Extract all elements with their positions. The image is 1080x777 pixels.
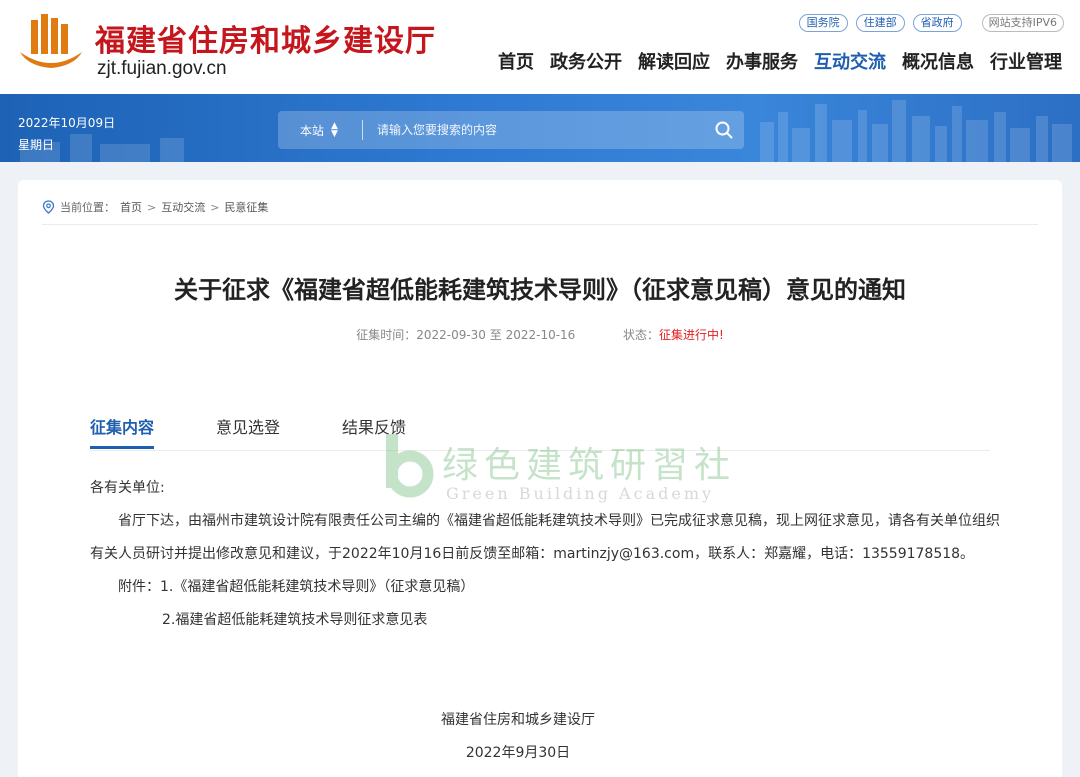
current-date: 2022年10月09日	[18, 116, 116, 130]
nav-interpretation[interactable]: 解读回应	[638, 48, 710, 74]
ipv6-badge: 网站支持IPV6	[981, 14, 1064, 32]
breadcrumb-prefix: 当前位置：	[60, 201, 115, 214]
article-body: 各有关单位: 省厅下达，由福州市建筑设计院有限责任公司主编的《福建省超低能耗建筑…	[90, 472, 1002, 637]
top-links: 国务院 住建部 省政府 网站支持IPV6	[798, 14, 1064, 32]
site-domain: zjt.fujian.gov.cn	[97, 58, 227, 79]
nav-overview[interactable]: 概况信息	[902, 48, 974, 74]
search-bar: 本站 ▲ ▼	[278, 111, 744, 149]
site-header: 福建省住房和城乡建设厅 zjt.fujian.gov.cn 国务院 住建部 省政…	[0, 0, 1080, 94]
link-guowuyuan[interactable]: 国务院	[798, 14, 848, 32]
period-value: 2022-09-30 至 2022-10-16	[416, 328, 576, 342]
nav-services[interactable]: 办事服务	[726, 48, 798, 74]
signature-date: 2022年9月30日	[465, 745, 571, 761]
logo-icon[interactable]	[16, 12, 86, 76]
breadcrumb: 当前位置： 首页 > 互动交流 > 民意征集	[42, 199, 268, 215]
signature-block: 福建省住房和城乡建设厅 2022年9月30日	[18, 704, 1018, 770]
link-zhujianbu[interactable]: 住建部	[855, 14, 905, 32]
article-title: 关于征求《福建省超低能耗建筑技术导则》（征求意见稿）意见的通知	[174, 276, 906, 304]
period-label: 征集时间：	[356, 328, 417, 342]
status-label: 状态：	[622, 328, 659, 342]
nav-interaction[interactable]: 互动交流	[814, 48, 886, 74]
tab-selected-opinions[interactable]: 意见选登	[216, 414, 280, 449]
attachment-2[interactable]: 2.福建省超低能耗建筑技术导则征求意见表	[90, 604, 1002, 637]
sort-arrows-icon: ▲ ▼	[331, 121, 338, 139]
breadcrumb-divider	[42, 224, 1038, 225]
article-meta: 征集时间：2022-09-30 至 2022-10-16 状态：征集进行中!	[18, 326, 1062, 343]
search-banner: 2022年10月09日 星期日 本站 ▲ ▼	[0, 94, 1080, 162]
status-value: 征集进行中!	[658, 328, 724, 342]
link-shengzhengfu[interactable]: 省政府	[912, 14, 962, 32]
breadcrumb-separator: >	[147, 200, 157, 214]
main-nav: 首页 政务公开 解读回应 办事服务 互动交流 概况信息 行业管理	[498, 48, 1062, 74]
breadcrumb-home[interactable]: 首页	[120, 199, 142, 215]
attachment-1[interactable]: 附件：1.《福建省超低能耗建筑技术导则》（征求意见稿）	[90, 571, 1002, 604]
search-scope-select[interactable]: 本站 ▲ ▼	[278, 122, 362, 139]
site-title[interactable]: 福建省住房和城乡建设厅	[95, 16, 436, 60]
main-paragraph: 省厅下达，由福州市建筑设计院有限责任公司主编的《福建省超低能耗建筑技术导则》已完…	[90, 513, 1000, 562]
nav-industry[interactable]: 行业管理	[990, 48, 1062, 74]
breadcrumb-opinion-collection[interactable]: 民意征集	[224, 199, 268, 215]
nav-home[interactable]: 首页	[498, 48, 534, 74]
breadcrumb-interaction[interactable]: 互动交流	[161, 199, 205, 215]
greeting: 各有关单位:	[90, 480, 165, 496]
date-display: 2022年10月09日 星期日	[18, 112, 115, 156]
search-button[interactable]	[704, 111, 744, 149]
breadcrumb-separator: >	[210, 200, 220, 214]
search-scope-label: 本站	[300, 123, 325, 138]
current-weekday: 星期日	[18, 138, 55, 152]
content-card: 当前位置： 首页 > 互动交流 > 民意征集 关于征求《福建省超低能耗建筑技术导…	[18, 180, 1062, 777]
search-input[interactable]	[363, 123, 704, 137]
location-pin-icon	[42, 200, 55, 214]
signature-org: 福建省住房和城乡建设厅	[441, 712, 595, 728]
nav-government-affairs[interactable]: 政务公开	[550, 48, 622, 74]
search-icon	[715, 121, 733, 139]
tab-collection-content[interactable]: 征集内容	[90, 414, 155, 449]
